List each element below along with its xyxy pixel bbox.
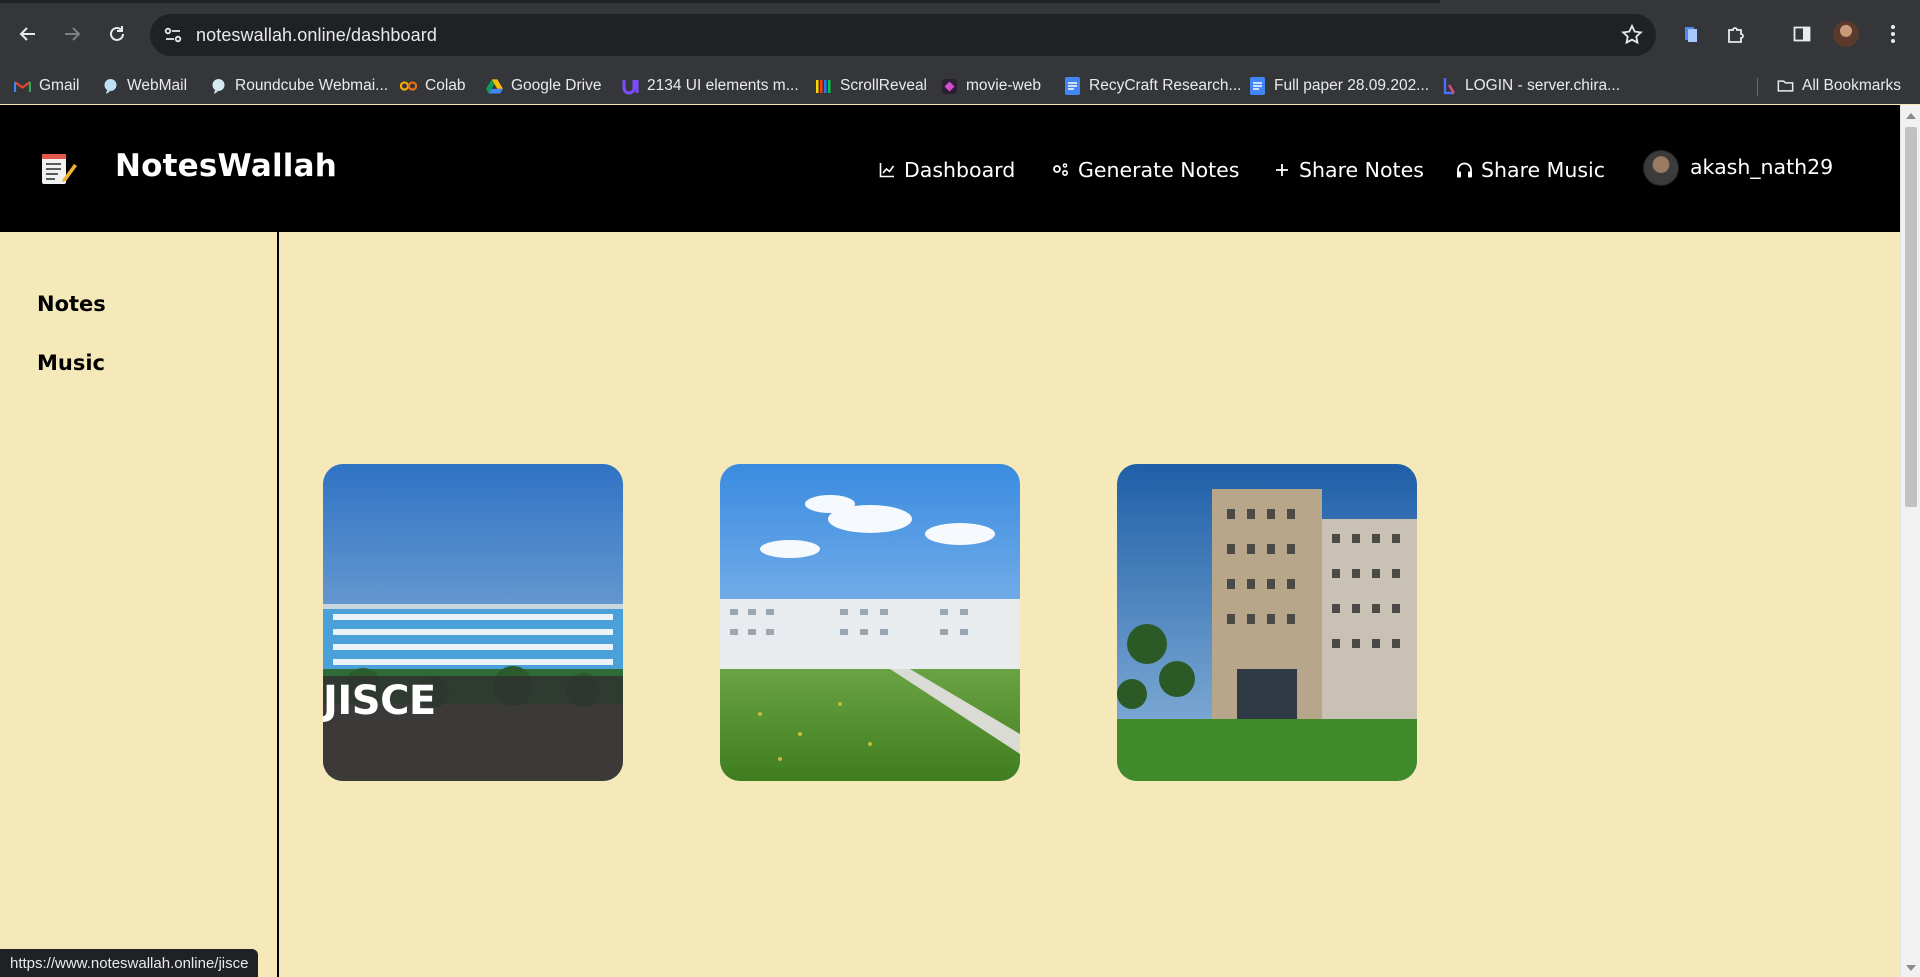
bookmark-label: 2134 UI elements m...: [647, 77, 799, 94]
site-header: NotesWallah Dashboard Generate Notes Sha…: [0, 105, 1900, 232]
bookmark-movie-web[interactable]: movie-web: [941, 68, 1041, 104]
card-title: JISCE: [323, 678, 436, 724]
back-button[interactable]: [14, 20, 42, 48]
site-settings-icon[interactable]: [162, 24, 184, 46]
scroll-up-arrow-icon[interactable]: [1906, 113, 1916, 119]
roundcube-icon: [210, 78, 227, 95]
link-status-bar: https://www.noteswallah.online/jisce: [0, 949, 259, 977]
login-site-icon: [1440, 78, 1457, 95]
plus-icon: [1273, 161, 1291, 179]
bookmark-label: WebMail: [127, 77, 188, 94]
bookmarks-bar: Gmail WebMail Roundcube Webmai... Colab …: [0, 68, 1920, 104]
address-bar[interactable]: noteswallah.online/dashboard: [150, 14, 1656, 56]
user-avatar[interactable]: [1643, 150, 1679, 186]
url-text[interactable]: noteswallah.online/dashboard: [196, 25, 437, 46]
college-card-2[interactable]: [720, 464, 1020, 781]
bookmark-label: Colab: [425, 77, 466, 94]
headphones-icon: [1455, 161, 1473, 179]
bookmark-uiverse[interactable]: 2134 UI elements m...: [622, 68, 799, 104]
browser-chrome: noteswallah.online/dashboard: [0, 0, 1920, 70]
browser-profile-avatar[interactable]: [1833, 21, 1859, 47]
nav-generate-notes[interactable]: Generate Notes: [1052, 155, 1239, 185]
colab-icon: [400, 78, 417, 95]
gears-icon: [1052, 161, 1070, 179]
nav-share-notes-label: Share Notes: [1299, 158, 1424, 182]
movie-web-icon: [941, 78, 958, 95]
bookmarks-divider: [1757, 78, 1758, 96]
extension-doc-icon[interactable]: [1677, 20, 1705, 48]
nav-share-music-label: Share Music: [1481, 158, 1606, 182]
college-card-jisce[interactable]: JISCE: [323, 464, 623, 781]
page-scrollbar[interactable]: [1900, 105, 1920, 977]
bookmark-label: RecyCraft Research...: [1089, 77, 1242, 94]
bookmark-roundcube[interactable]: Roundcube Webmai...: [210, 68, 388, 104]
bookmark-google-drive[interactable]: Google Drive: [486, 68, 601, 104]
line-chart-icon: [878, 161, 896, 179]
brand-name[interactable]: NotesWallah: [115, 148, 337, 184]
college-image: [720, 464, 1020, 781]
google-drive-icon: [486, 78, 503, 95]
college-card-3[interactable]: [1117, 464, 1417, 781]
sidebar: Notes Music: [0, 232, 279, 977]
bookmark-webmail[interactable]: WebMail: [102, 68, 187, 104]
google-docs-icon: [1249, 77, 1266, 95]
arrow-left-icon: [19, 27, 35, 41]
folder-icon: [1777, 78, 1794, 95]
nav-generate-notes-label: Generate Notes: [1078, 158, 1240, 182]
nav-share-music[interactable]: Share Music: [1455, 155, 1605, 185]
bookmark-full-paper[interactable]: Full paper 28.09.202...: [1249, 68, 1429, 104]
reload-button[interactable]: [103, 20, 131, 48]
google-docs-icon: [1064, 77, 1081, 95]
nav-dashboard-label: Dashboard: [904, 158, 1016, 182]
side-panel-icon[interactable]: [1788, 20, 1816, 48]
extensions-puzzle-icon[interactable]: [1722, 20, 1750, 48]
bookmark-login-server[interactable]: LOGIN - server.chira...: [1440, 68, 1620, 104]
scroll-thumb[interactable]: [1905, 127, 1917, 507]
browser-menu-icon[interactable]: [1879, 20, 1907, 48]
scrollreveal-icon: [815, 78, 832, 95]
arrow-right-icon: [65, 27, 81, 41]
webmail-icon: [102, 78, 119, 95]
bookmark-star-icon[interactable]: [1620, 23, 1644, 47]
forward-button[interactable]: [58, 20, 86, 48]
gmail-icon: [14, 78, 31, 95]
reload-icon: [110, 26, 124, 41]
bookmark-label: Google Drive: [511, 77, 602, 94]
notes-logo-icon[interactable]: [38, 151, 78, 187]
all-bookmarks-button[interactable]: All Bookmarks: [1777, 68, 1901, 104]
nav-share-notes[interactable]: Share Notes: [1273, 155, 1424, 185]
bookmark-label: Roundcube Webmai...: [235, 77, 389, 94]
bookmark-label: movie-web: [966, 77, 1041, 94]
bookmark-colab[interactable]: Colab: [400, 68, 466, 104]
browser-toolbar: noteswallah.online/dashboard: [0, 0, 1920, 68]
college-image: [1117, 464, 1417, 781]
bookmark-gmail[interactable]: Gmail: [14, 68, 79, 104]
nav-dashboard[interactable]: Dashboard: [878, 155, 1015, 185]
all-bookmarks-label: All Bookmarks: [1802, 77, 1902, 94]
sidebar-item-music[interactable]: Music: [37, 351, 105, 375]
user-name[interactable]: akash_nath29: [1690, 155, 1833, 179]
bookmark-label: LOGIN - server.chira...: [1465, 77, 1621, 94]
bookmark-scrollreveal[interactable]: ScrollReveal: [815, 68, 927, 104]
bookmark-label: Full paper 28.09.202...: [1274, 77, 1430, 94]
bookmark-recycraft[interactable]: RecyCraft Research...: [1064, 68, 1241, 104]
bookmark-label: Gmail: [39, 77, 80, 94]
sidebar-item-notes[interactable]: Notes: [37, 292, 106, 316]
uiverse-icon: [622, 78, 639, 95]
scroll-down-arrow-icon[interactable]: [1906, 965, 1916, 971]
bookmark-label: ScrollReveal: [840, 77, 928, 94]
